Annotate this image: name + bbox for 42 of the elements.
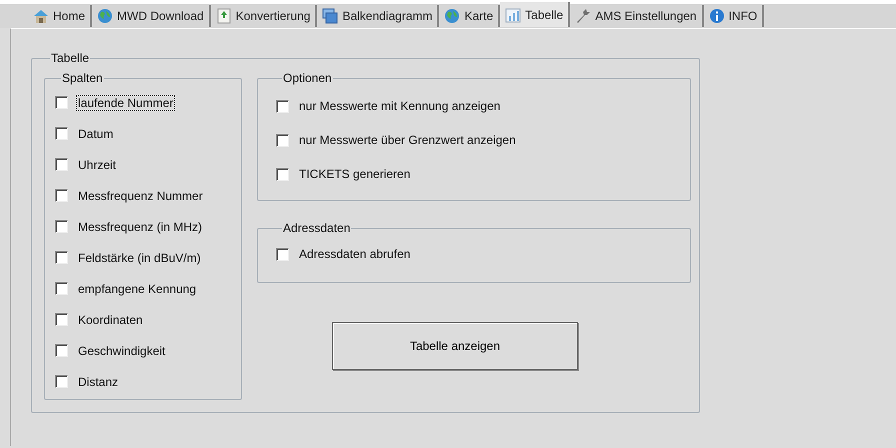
checkbox-label[interactable]: TICKETS generieren [297,166,412,182]
group-title: Spalten [61,71,104,85]
checkbox[interactable] [55,251,68,264]
checkbox[interactable] [55,158,68,171]
document-icon [216,8,232,24]
checkbox-label[interactable]: laufende Nummer [76,94,176,110]
checkbox-label[interactable]: Distanz [76,374,120,390]
checkbox[interactable] [55,220,68,233]
checkbox-label[interactable]: Koordinaten [76,312,145,328]
wrench-icon [575,8,592,24]
group-title: Tabelle [50,51,90,65]
checkbox[interactable] [276,134,289,146]
checkbox-label[interactable]: Messfrequenz (in MHz) [76,218,204,234]
tab[interactable]: Tabelle [500,2,570,27]
checkbox[interactable] [55,344,68,357]
checkbox[interactable] [55,189,68,202]
show-table-button[interactable]: Tabelle anzeigen [332,322,578,370]
checkbox[interactable] [55,127,68,140]
group-title: Adressdaten [282,221,352,235]
checkbox[interactable] [276,100,289,112]
checkbox[interactable] [276,168,289,180]
checkbox[interactable] [55,313,68,326]
checkbox[interactable] [55,282,68,295]
checkbox-label[interactable]: nur Messwerte über Grenzwert anzeigen [297,132,518,148]
chart-icon [505,6,522,22]
checkbox-label[interactable]: Adressdaten abrufen [297,246,412,262]
globe-icon [97,8,114,24]
checkbox-label[interactable]: Messfrequenz Nummer [76,188,205,204]
info-icon [708,8,725,24]
checkbox-label[interactable]: empfangene Kennung [76,280,198,296]
checkbox-label[interactable]: Geschwindigkeit [76,342,168,358]
windows-icon [322,8,338,24]
globe-icon [444,8,460,24]
checkbox-label[interactable]: nur Messwerte mit Kennung anzeigen [297,98,502,114]
checkbox[interactable] [55,96,68,109]
house-icon [33,8,49,24]
checkbox[interactable] [276,248,289,260]
checkbox-label[interactable]: Datum [76,126,116,142]
group-title: Optionen [282,71,333,85]
checkbox-label[interactable]: Uhrzeit [76,156,118,172]
checkbox-label[interactable]: Feldstärke (in dBuV/m) [76,250,203,266]
checkbox[interactable] [55,375,68,388]
